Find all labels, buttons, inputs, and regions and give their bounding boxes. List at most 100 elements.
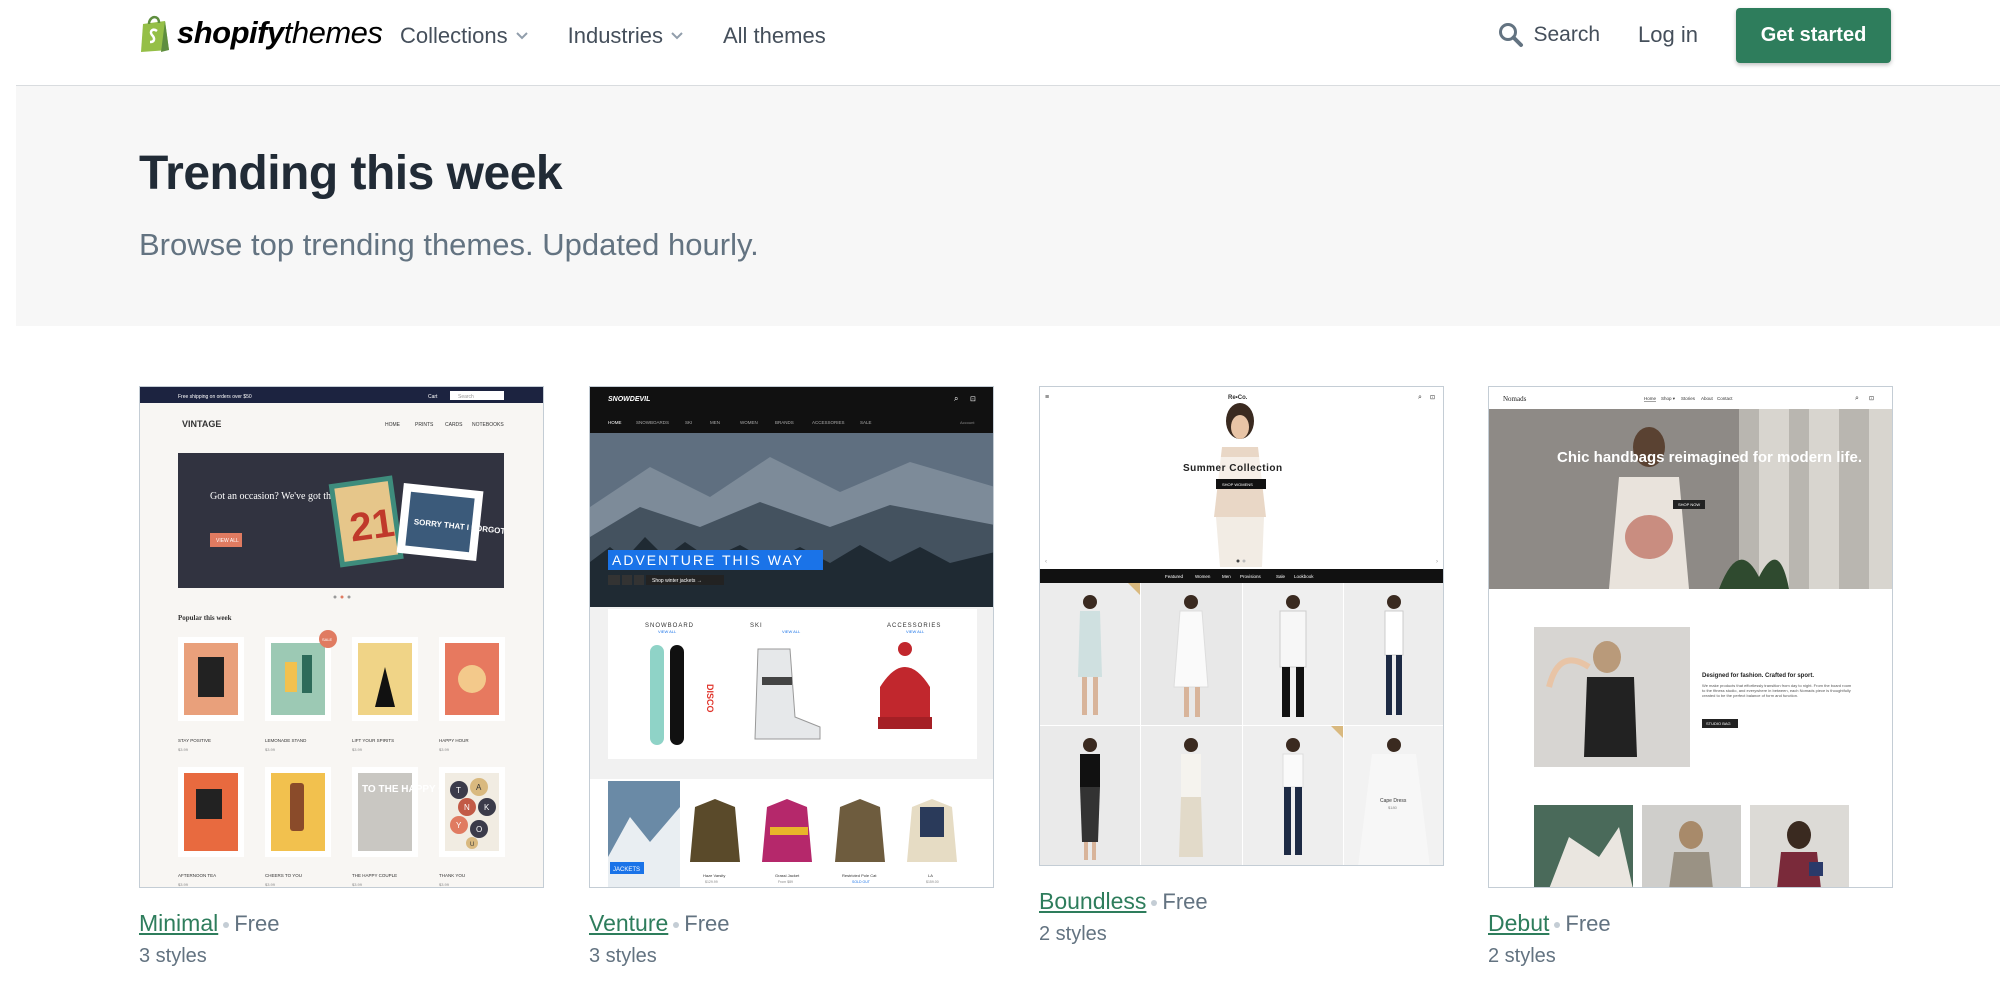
page-subtitle: Browse top trending themes. Updated hour…: [139, 227, 759, 262]
venture-cat-1-link: VIEW ALL: [658, 629, 677, 634]
theme-name-link[interactable]: Debut: [1488, 910, 1549, 936]
theme-meta: Venture Free 3 styles: [589, 910, 994, 968]
minimal-card4-letter-2: A: [476, 783, 482, 792]
boundless-preview-graphic: ≡ Re•Co. ⌕ ⊡ Summer Collection SHOP WOME…: [1040, 387, 1443, 865]
boundless-tile-price: $180: [1388, 805, 1398, 810]
nav-industries-label: Industries: [567, 23, 663, 48]
separator-dot: [223, 922, 230, 929]
theme-styles-count: 3 styles: [139, 945, 207, 967]
minimal-card4-letter-4: K: [484, 803, 490, 812]
minimal-card4-letter-3: N: [464, 803, 470, 812]
menu-icon: ≡: [1045, 394, 1049, 401]
minimal-nav-1: PRINTS: [415, 422, 434, 428]
boundless-nav-2: Men: [1222, 574, 1231, 579]
boundless-nav-0: Featured: [1165, 574, 1184, 579]
minimal-brand: VINTAGE: [182, 419, 221, 429]
venture-cat-2-link: VIEW ALL: [782, 629, 801, 634]
debut-nav-3: About: [1701, 396, 1714, 401]
separator-dot: [1151, 900, 1158, 907]
minimal-card4-letter-6: O: [476, 825, 482, 834]
minimal-search-text: Search: [458, 394, 474, 400]
nav-all-themes[interactable]: All themes: [723, 23, 826, 49]
minimal-price-6: $3.99: [265, 882, 276, 887]
cart-icon: ⊡: [1869, 396, 1874, 402]
minimal-card4-letter-1: T: [456, 786, 461, 795]
theme-card-venture: SNOWDEVIL HOME SNOWBOARDS SKI MEN WOMEN …: [589, 386, 994, 968]
minimal-card4-letter-7: U: [470, 842, 474, 848]
chevron-down-icon: [671, 32, 683, 40]
theme-name-link[interactable]: Boundless: [1039, 888, 1146, 914]
boundless-nav-4: Sale: [1276, 574, 1286, 579]
nav-collections[interactable]: Collections: [400, 23, 528, 49]
theme-card-debut: Nomads Home Shop ▾ Stories About Contact…: [1488, 386, 1893, 968]
header-actions: Search Log in Get started: [1498, 7, 1891, 63]
boundless-headline: Summer Collection: [1183, 463, 1283, 474]
boundless-nav-1: Women: [1195, 574, 1211, 579]
minimal-nav-0: HOME: [385, 422, 401, 428]
venture-nav-3: MEN: [710, 420, 720, 425]
nav-collections-label: Collections: [400, 23, 508, 48]
venture-jacket-3-price: SOLD OUT: [852, 880, 871, 884]
minimal-price-1: $3.99: [178, 747, 189, 752]
theme-styles-count: 3 styles: [589, 945, 657, 967]
venture-nav-4: WOMEN: [740, 420, 758, 425]
debut-feature-title: Designed for fashion. Crafted for sport.: [1702, 673, 1814, 679]
theme-styles-count: 2 styles: [1488, 945, 1556, 967]
venture-nav-1: SNOWBOARDS: [636, 420, 669, 425]
debut-brand: Nomads: [1503, 395, 1527, 403]
boundless-nav-3: Provisions: [1240, 574, 1262, 579]
search-label: Search: [1533, 23, 1601, 46]
venture-cat-2: SKI: [750, 623, 763, 629]
theme-name-link[interactable]: Venture: [589, 910, 668, 936]
theme-card-boundless: ≡ Re•Co. ⌕ ⊡ Summer Collection SHOP WOME…: [1039, 386, 1444, 946]
minimal-price-3: $3.99: [352, 747, 363, 752]
search-button[interactable]: Search: [1498, 22, 1601, 48]
cart-icon: ⊡: [1430, 395, 1435, 401]
venture-nav-2: SKI: [685, 420, 692, 425]
page-title: Trending this week: [139, 147, 563, 200]
debut-nav-4: Contact: [1717, 396, 1733, 401]
venture-board-text: DISCO: [705, 684, 715, 713]
venture-jacket-2-name: Grassi Jacket: [775, 873, 800, 878]
theme-meta: Boundless Free 2 styles: [1039, 888, 1444, 946]
theme-preview-venture[interactable]: SNOWDEVIL HOME SNOWBOARDS SKI MEN WOMEN …: [589, 386, 994, 888]
venture-brand: SNOWDEVIL: [608, 396, 650, 403]
theme-price: Free: [1565, 911, 1611, 936]
search-icon: ⌕: [1418, 394, 1422, 401]
debut-headline: Chic handbags reimagined for modern life…: [1557, 449, 1862, 466]
venture-account: Account: [960, 420, 975, 425]
minimal-banner-button: VIEW ALL: [216, 538, 239, 544]
venture-nav-7: SALE: [860, 420, 872, 425]
login-link[interactable]: Log in: [1638, 22, 1698, 48]
minimal-card-number: 21: [347, 501, 397, 551]
theme-price: Free: [234, 911, 280, 936]
chevron-right-icon: ›: [1436, 559, 1438, 565]
separator-dot: [1554, 922, 1561, 929]
site-header: shopifythemes Collections Industries All…: [0, 0, 2000, 86]
minimal-nav-2: CARDS: [445, 422, 463, 428]
get-started-button[interactable]: Get started: [1736, 7, 1891, 63]
theme-name-link[interactable]: Minimal: [139, 910, 218, 936]
venture-jacket-3-name: Restricted Pole Cat: [842, 873, 877, 878]
theme-card-minimal: Free shipping on orders over $50 Cart Se…: [139, 386, 544, 968]
theme-preview-boundless[interactable]: ≡ Re•Co. ⌕ ⊡ Summer Collection SHOP WOME…: [1039, 386, 1444, 866]
minimal-card4-letter-5: Y: [456, 821, 462, 830]
search-icon: [1498, 23, 1523, 47]
theme-preview-minimal[interactable]: Free shipping on orders over $50 Cart Se…: [139, 386, 544, 888]
venture-jacket-1-price: $129.99: [705, 880, 718, 884]
minimal-cart-text: Cart: [428, 394, 438, 400]
nav-industries[interactable]: Industries: [568, 23, 683, 49]
minimal-sale-badge: SALE: [322, 637, 333, 642]
main-nav: Collections Industries All themes: [400, 0, 826, 72]
venture-jacket-1-name: Haze Varsity: [703, 873, 725, 878]
trending-hero: Trending this week Browse top trending t…: [16, 86, 2000, 326]
debut-feature-button: STUDIO BAG: [1706, 721, 1731, 726]
minimal-preview-graphic: Free shipping on orders over $50 Cart Se…: [140, 387, 543, 887]
minimal-topbar-text: Free shipping on orders over $50: [178, 394, 252, 400]
minimal-nav-3: NOTEBOOKS: [472, 422, 504, 428]
minimal-product-4: HAPPY HOUR: [439, 738, 469, 743]
shopify-themes-logo[interactable]: shopifythemes: [139, 14, 383, 52]
theme-preview-debut[interactable]: Nomads Home Shop ▾ Stories About Contact…: [1488, 386, 1893, 888]
minimal-product-2: LEMONADE STAND: [265, 738, 307, 743]
venture-sub-button: Shop winter jackets →: [652, 578, 702, 584]
